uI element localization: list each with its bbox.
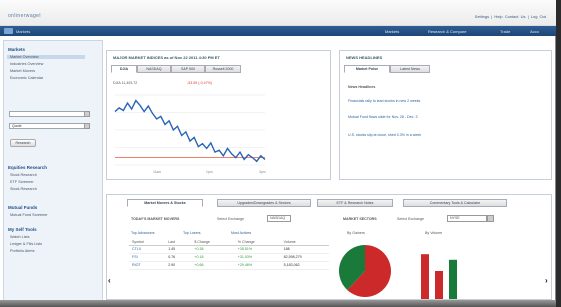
news-title: NEWS HEADLINES bbox=[346, 55, 383, 60]
last-cell: 2.90 bbox=[165, 261, 192, 270]
x-tick-label: 1pm bbox=[206, 170, 213, 174]
sidebar-link[interactable]: ETF Screener bbox=[10, 180, 34, 184]
sidebar-link[interactable]: Economic Calendar bbox=[10, 76, 43, 80]
header-links[interactable]: Settings | Help Contact Us | Log Out bbox=[475, 14, 546, 19]
table-row[interactable]: FSI 0.76 +0.18 +31.03% 82,598,279 bbox=[129, 253, 329, 262]
quote-go-icon[interactable] bbox=[84, 111, 90, 117]
go-button-icon[interactable] bbox=[487, 215, 494, 222]
research-button[interactable]: Research bbox=[10, 139, 36, 147]
bar bbox=[449, 259, 457, 299]
news-subhead: News Headlines bbox=[348, 85, 376, 89]
tab-commentary[interactable]: Commentary Tools & Calculator bbox=[403, 199, 507, 207]
market-indices-panel: MAJOR MARKET INDICES as of Nov 22 2011 4… bbox=[106, 50, 331, 180]
scroll-right-arrow-icon[interactable]: › bbox=[545, 276, 548, 285]
index-change: -53.59 (-0.47%) bbox=[187, 81, 212, 85]
nav-item-trade[interactable]: Trade bbox=[500, 29, 510, 34]
sidebar-link[interactable]: Portfolio Alerts bbox=[10, 249, 34, 253]
change-cell: +0.38 bbox=[191, 245, 235, 254]
nav-title: Markets bbox=[16, 28, 31, 34]
sectors-bar-chart bbox=[421, 254, 457, 299]
quote-type-select[interactable]: Quote bbox=[9, 123, 85, 129]
sidebar-heading-markets: Markets bbox=[8, 47, 26, 52]
main-nav: Markets Markets Research & Compare Trade… bbox=[0, 26, 556, 36]
movers-exchange-select[interactable]: NASDAQ bbox=[267, 215, 291, 222]
horizontal-scrollbar[interactable] bbox=[0, 300, 556, 307]
sidebar-link[interactable]: Stock Research bbox=[10, 173, 37, 177]
sidebar-link[interactable]: Mutual Fund Screener bbox=[10, 213, 48, 217]
x-tick-label: 11am bbox=[153, 170, 161, 174]
last-cell: 1.45 bbox=[165, 245, 192, 254]
tab-djia[interactable]: DJIA bbox=[111, 65, 137, 73]
last-cell: 0.76 bbox=[165, 253, 192, 262]
movers-link[interactable]: Most Actives bbox=[231, 231, 251, 235]
tab-upgrades[interactable]: Upgrades/Downgrades & Sectors bbox=[217, 199, 311, 207]
sidebar-link[interactable]: Industries Overview bbox=[10, 62, 43, 66]
tab-nasdaq[interactable]: NASDAQ bbox=[137, 65, 171, 73]
site-header: onlinerwagel Settings | Help Contact Us … bbox=[0, 0, 556, 26]
nav-item-markets[interactable]: Markets bbox=[385, 29, 399, 34]
tab-etf[interactable]: ETF & Research Notes bbox=[317, 199, 393, 207]
movers-title: TODAY'S MARKET MOVERS bbox=[131, 217, 180, 221]
sidebar-link[interactable]: Ledger & Fills Lists bbox=[10, 242, 42, 246]
symbol-cell[interactable]: RIOT bbox=[129, 261, 166, 270]
scroll-left-arrow-icon[interactable]: ‹ bbox=[108, 276, 111, 285]
table-row[interactable]: CTLX 1.45 +0.38 +35.51% 188 bbox=[129, 245, 329, 254]
sidebar-heading-tools: My Self Tools bbox=[8, 227, 37, 232]
sidebar-heading-funds: Mutual Funds bbox=[8, 205, 38, 210]
movers-link[interactable]: Top Advancers bbox=[131, 231, 155, 235]
index-value: DJIA 11,493.72 bbox=[113, 81, 138, 85]
bar bbox=[435, 271, 443, 299]
index-line-chart: 11am 1pm 3pm bbox=[114, 94, 266, 174]
pct-change-cell: +29.46% bbox=[234, 261, 281, 270]
bar bbox=[421, 254, 429, 299]
movers-panel: Market Movers & Stocks Upgrades/Downgrad… bbox=[106, 194, 552, 300]
pie-label: By Gainers bbox=[347, 231, 365, 235]
table-row[interactable]: RIOT 2.90 +0.66 +29.46% 5,183,062 bbox=[129, 261, 329, 270]
movers-table: Symbol Last $ Change % Change Volume CTL… bbox=[129, 239, 329, 270]
sidebar-link[interactable]: Market Movers bbox=[10, 69, 35, 73]
tab-russell[interactable]: Russell 2000 bbox=[205, 65, 241, 73]
tab-sp500[interactable]: S&P 500 bbox=[171, 65, 205, 73]
site-logo[interactable]: onlinerwagel bbox=[8, 13, 41, 19]
news-item[interactable]: U.S. stocks slip at close, shed 0.3% in … bbox=[348, 133, 528, 137]
change-cell: +0.18 bbox=[191, 253, 235, 262]
sectors-exchange-select[interactable]: NYSE bbox=[447, 215, 487, 222]
sidebar: Markets Market Overview Industries Overv… bbox=[3, 40, 103, 307]
nav-item-account[interactable]: Acco bbox=[530, 29, 539, 34]
sectors-title: MARKET SECTORS bbox=[343, 217, 377, 221]
tab-market-pulse[interactable]: Market Pulse bbox=[344, 65, 390, 73]
market-indices-title: MAJOR MARKET INDICES as of Nov 22 2011 4… bbox=[113, 55, 220, 60]
bar-label: By Volume bbox=[425, 231, 443, 235]
volume-cell: 82,598,279 bbox=[280, 253, 329, 262]
sidebar-heading-equities: Equities Research bbox=[8, 165, 48, 170]
movers-link[interactable]: Top Losers bbox=[183, 231, 201, 235]
tab-market-movers[interactable]: Market Movers & Stocks bbox=[127, 199, 203, 207]
volume-cell: 5,183,062 bbox=[280, 261, 329, 270]
symbol-cell[interactable]: FSI bbox=[129, 253, 166, 262]
volume-cell: 188 bbox=[280, 245, 329, 254]
movers-filter-label: Select Exchange bbox=[217, 217, 244, 221]
pct-change-cell: +31.03% bbox=[234, 253, 281, 262]
news-item[interactable]: Financials rally to lead stocks in new 2… bbox=[348, 99, 528, 103]
quote-input[interactable] bbox=[9, 111, 85, 117]
chevron-down-icon[interactable] bbox=[84, 123, 90, 129]
x-tick-label: 3pm bbox=[259, 170, 266, 174]
news-panel: NEWS HEADLINES Market Pulse Latest News … bbox=[339, 50, 552, 180]
sidebar-link[interactable]: Watch Lists bbox=[10, 235, 29, 239]
sectors-pie-chart bbox=[339, 245, 391, 297]
index-series-line bbox=[114, 99, 266, 163]
sidebar-link[interactable]: Stock Research bbox=[10, 187, 37, 191]
sidebar-link[interactable]: Market Overview bbox=[7, 55, 85, 59]
change-cell: +0.66 bbox=[191, 261, 235, 270]
symbol-cell[interactable]: CTLX bbox=[129, 245, 166, 254]
news-item[interactable]: Mutual Fund flows slide for Nov. 28 - De… bbox=[348, 115, 528, 119]
sectors-filter-label: Select Exchange bbox=[397, 217, 424, 221]
pct-change-cell: +35.51% bbox=[234, 245, 281, 254]
window-edge bbox=[556, 0, 561, 307]
nav-logo-icon[interactable] bbox=[4, 28, 13, 34]
browser-frame: onlinerwagel Settings | Help Contact Us … bbox=[0, 0, 556, 307]
nav-item-research[interactable]: Research & Compare bbox=[428, 29, 466, 34]
tab-latest-news[interactable]: Latest News bbox=[390, 65, 430, 73]
